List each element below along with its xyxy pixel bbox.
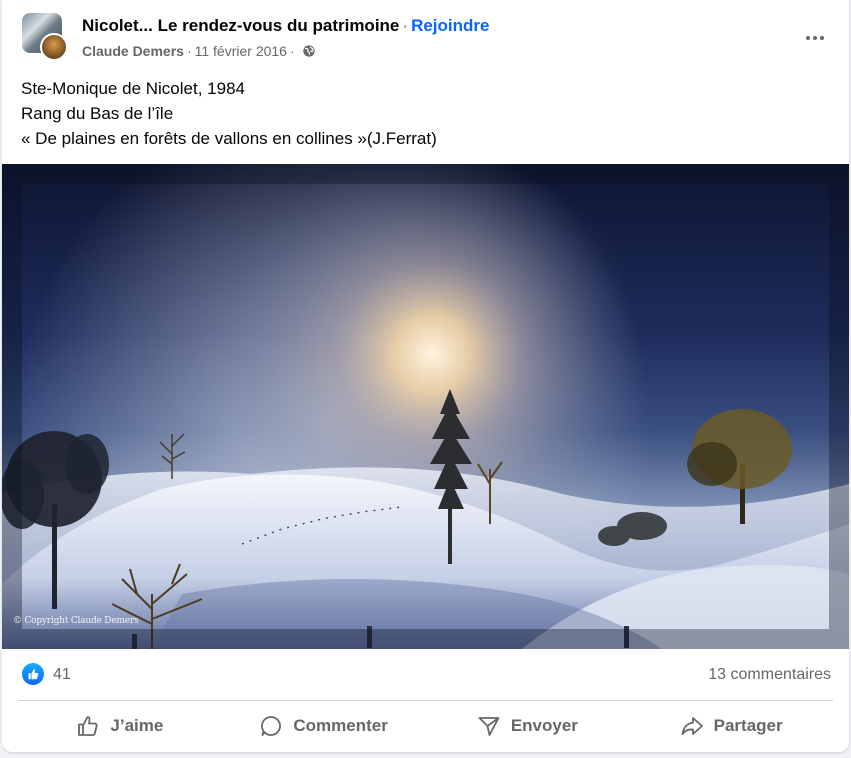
- send-button[interactable]: Envoyer: [426, 704, 630, 748]
- share-icon: [681, 717, 703, 735]
- group-avatar[interactable]: [22, 13, 68, 61]
- globe-icon[interactable]: [302, 44, 316, 58]
- like-icon[interactable]: [22, 663, 44, 685]
- post-card: Nicolet... Le rendez-vous du patrimoine ·…: [2, 0, 849, 752]
- group-name-link[interactable]: Nicolet... Le rendez-vous du patrimoine: [82, 16, 399, 35]
- post-actions: J’aime Commenter Envoyer Partager: [18, 704, 833, 748]
- title-separator: ·: [402, 16, 409, 35]
- like-count[interactable]: 41: [53, 666, 71, 684]
- post-header: Nicolet... Le rendez-vous du patrimoine ·…: [2, 0, 849, 72]
- winter-landscape-photo: [2, 164, 849, 649]
- meta-separator: ·: [186, 43, 192, 59]
- share-button-label: Partager: [713, 716, 783, 735]
- send-button-label: Envoyer: [510, 716, 578, 735]
- meta-separator: ·: [289, 43, 295, 59]
- post-text: Ste-Monique de Nicolet, 1984 Rang du Bas…: [21, 76, 437, 151]
- actions-divider: [18, 700, 833, 701]
- like-button[interactable]: J’aime: [18, 704, 222, 748]
- post-text-line: « De plaines en forêts de vallons en col…: [21, 129, 437, 148]
- comment-count-link[interactable]: 13 commentaires: [708, 666, 831, 684]
- share-button[interactable]: Partager: [629, 704, 833, 748]
- comment-button-label: Commenter: [293, 716, 388, 735]
- photo-watermark: © Copyright Claude Demers: [13, 616, 139, 626]
- group-title-line: Nicolet... Le rendez-vous du patrimoine ·…: [82, 16, 489, 36]
- like-button-label: J’aime: [110, 716, 164, 735]
- post-date-link[interactable]: 11 février 2016: [195, 43, 287, 59]
- thumbs-up-icon: [78, 716, 98, 736]
- comment-button[interactable]: Commenter: [222, 704, 426, 748]
- post-meta: Claude Demers · 11 février 2016 ·: [82, 43, 316, 59]
- author-name-link[interactable]: Claude Demers: [82, 43, 184, 59]
- more-options-button[interactable]: [797, 20, 833, 56]
- send-icon: [478, 717, 500, 736]
- post-text-line: Rang du Bas de l’île: [21, 104, 174, 123]
- post-text-line: Ste-Monique de Nicolet, 1984: [21, 79, 245, 98]
- thumbs-up-icon: [28, 669, 39, 680]
- comment-icon: [261, 716, 282, 736]
- author-avatar[interactable]: [40, 33, 68, 61]
- more-dot-icon: [820, 36, 824, 40]
- post-photo[interactable]: © Copyright Claude Demers: [2, 164, 849, 649]
- join-group-link[interactable]: Rejoindre: [411, 16, 489, 35]
- post-stats: 41 13 commentaires: [2, 652, 849, 698]
- more-dot-icon: [806, 36, 810, 40]
- more-dot-icon: [813, 36, 817, 40]
